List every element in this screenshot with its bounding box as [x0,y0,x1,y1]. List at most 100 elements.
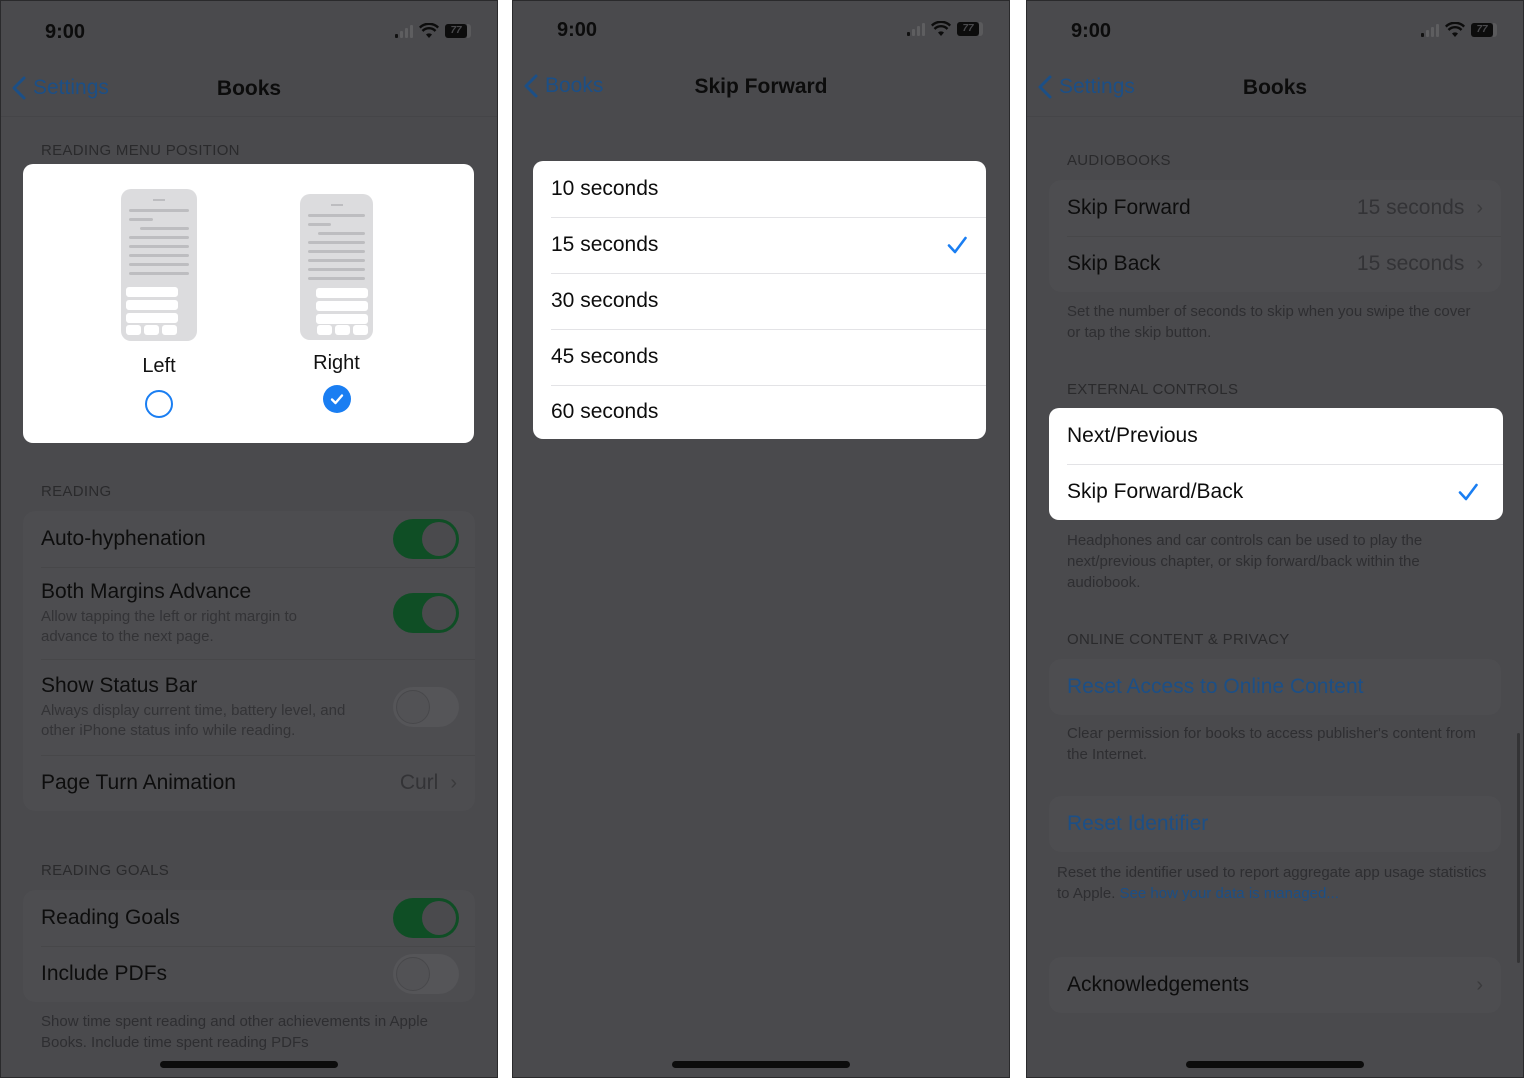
phone-screen-skip-forward: 9:00 77 Books Skip Forward 10 seconds 15… [512,0,1010,1078]
checkmark-icon [330,394,343,405]
both-margins-advance-description: Allow tapping the left or right margin t… [41,607,297,645]
battery-icon: 77 [957,22,983,36]
skip-forward-value: 15 seconds › [1357,196,1483,220]
external-controls-footer: Headphones and car controls can be used … [1067,532,1423,591]
reset-identifier-label: Reset Identifier [1067,812,1209,835]
wifi-icon [1445,22,1465,37]
reading-goals-footer: Show time spent reading and other achiev… [41,1013,428,1051]
back-label: Books [545,74,604,97]
scroll-indicator[interactable] [1517,733,1520,963]
reset-access-footer: Clear permission for books to access pub… [1067,725,1476,763]
status-time: 9:00 [1071,20,1112,42]
next-previous-option[interactable]: Next/Previous [1049,408,1503,464]
both-margins-advance-row[interactable]: Both Margins Advance Allow tapping the l… [23,567,475,659]
reset-identifier-group: Reset Identifier [1049,796,1501,852]
page-turn-animation-row[interactable]: Page Turn Animation Curl › [23,755,475,811]
option-10-seconds[interactable]: 10 seconds [533,161,986,217]
reset-access-group: Reset Access to Online Content [1049,659,1501,715]
left-menu-preview-icon [121,189,197,341]
cellular-signal-icon [907,22,925,36]
option-15-seconds-selected[interactable]: 15 seconds [533,217,986,273]
section-header-reading-goals: READING GOALS [41,862,170,879]
section-header-audiobooks: AUDIOBOOKS [1067,152,1171,169]
cellular-signal-icon [395,24,413,38]
show-status-bar-label: Show Status Bar [41,673,198,697]
reading-goals-label: Reading Goals [41,906,180,929]
menu-position-right-option[interactable]: Right [300,194,373,413]
page-turn-animation-value-text: Curl [399,771,439,794]
option-label: Next/Previous [1067,424,1198,447]
right-option-label: Right [313,352,360,374]
skip-back-label: Skip Back [1067,252,1161,275]
option-45-seconds[interactable]: 45 seconds [533,329,986,385]
option-60-seconds[interactable]: 60 seconds [533,385,986,439]
option-label: Skip Forward/Back [1067,480,1244,503]
reset-identifier-button[interactable]: Reset Identifier [1049,796,1501,852]
chevron-right-icon: › [1476,252,1483,275]
back-button[interactable]: Settings [11,75,109,101]
include-pdfs-toggle[interactable] [393,954,459,994]
skip-back-row[interactable]: Skip Back 15 seconds › [1049,236,1501,292]
auto-hyphenation-toggle[interactable] [393,519,459,559]
audiobooks-group: Skip Forward 15 seconds › Skip Back 15 s… [1049,180,1501,292]
include-pdfs-row[interactable]: Include PDFs [23,946,475,1002]
section-header-online-content-privacy: ONLINE CONTENT & PRIVACY [1067,631,1290,648]
data-management-link[interactable]: See how your data is managed... [1120,885,1339,902]
right-menu-preview-icon [300,194,373,340]
reset-identifier-footer: Reset the identifier used to report aggr… [1057,862,1487,904]
include-pdfs-label: Include PDFs [41,962,168,985]
acknowledgements-row[interactable]: Acknowledgements › [1049,957,1501,1013]
home-indicator[interactable] [672,1061,850,1068]
option-30-seconds[interactable]: 30 seconds [533,273,986,329]
skip-forward-back-option-selected[interactable]: Skip Forward/Back [1049,464,1503,520]
back-label: Settings [1059,75,1135,98]
battery-icon: 77 [445,24,471,38]
reading-goals-toggle[interactable] [393,898,459,938]
auto-hyphenation-row[interactable]: Auto-hyphenation [23,511,475,567]
status-icons: 77 [395,23,471,39]
left-radio-button[interactable] [145,390,173,418]
skip-back-value-text: 15 seconds [1356,252,1465,275]
both-margins-advance-toggle[interactable] [393,593,459,633]
acknowledgements-label: Acknowledgements [1067,973,1250,996]
reading-goals-group: Reading Goals Include PDFs [23,890,475,1002]
menu-position-left-option[interactable]: Left [121,189,197,418]
reset-access-button[interactable]: Reset Access to Online Content [1049,659,1501,715]
status-time: 9:00 [45,21,86,43]
show-status-bar-description: Always display current time, battery lev… [41,701,346,739]
acknowledgements-group: Acknowledgements › [1049,957,1501,1013]
audiobooks-footer: Set the number of seconds to skip when y… [1067,303,1471,341]
home-indicator[interactable] [1186,1061,1364,1068]
battery-icon: 77 [1471,23,1497,37]
checkmark-icon [947,236,967,254]
phone-screen-books-reading: 9:00 77 Settings Books READING MENU POSI… [0,0,498,1078]
skip-back-value: 15 seconds › [1357,252,1483,276]
reading-menu-position-card: Left Right [23,164,474,443]
both-margins-advance-label: Both Margins Advance [41,579,252,603]
wifi-icon [419,23,439,38]
show-status-bar-toggle[interactable] [393,687,459,727]
skip-forward-label: Skip Forward [1067,196,1191,219]
skip-forward-row[interactable]: Skip Forward 15 seconds › [1049,180,1501,236]
home-indicator[interactable] [160,1061,338,1068]
chevron-right-icon: › [450,771,457,794]
page-turn-animation-label: Page Turn Animation [41,771,236,794]
chevron-left-icon [524,74,538,98]
show-status-bar-row[interactable]: Show Status Bar Always display current t… [23,659,475,755]
section-header-reading-menu-position: READING MENU POSITION [41,142,240,159]
page-turn-animation-value: Curl › [400,771,457,795]
reading-settings-group: Auto-hyphenation Both Margins Advance Al… [23,511,475,811]
back-label: Settings [33,76,109,99]
back-button[interactable]: Books [523,73,603,99]
wifi-icon [931,21,951,36]
section-header-external-controls: EXTERNAL CONTROLS [1067,381,1239,398]
acknowledgements-chevron: › [1476,974,1483,997]
back-button[interactable]: Settings [1037,74,1135,100]
right-radio-button-selected[interactable] [322,385,351,413]
chevron-right-icon: › [1476,973,1483,996]
option-label: 15 seconds [551,233,659,256]
chevron-left-icon [12,76,26,100]
phone-screen-books-audiobooks: 9:00 77 Settings Books AUDIOBOOKS Skip F… [1026,0,1524,1078]
option-label: 45 seconds [551,345,659,368]
reading-goals-row[interactable]: Reading Goals [23,890,475,946]
